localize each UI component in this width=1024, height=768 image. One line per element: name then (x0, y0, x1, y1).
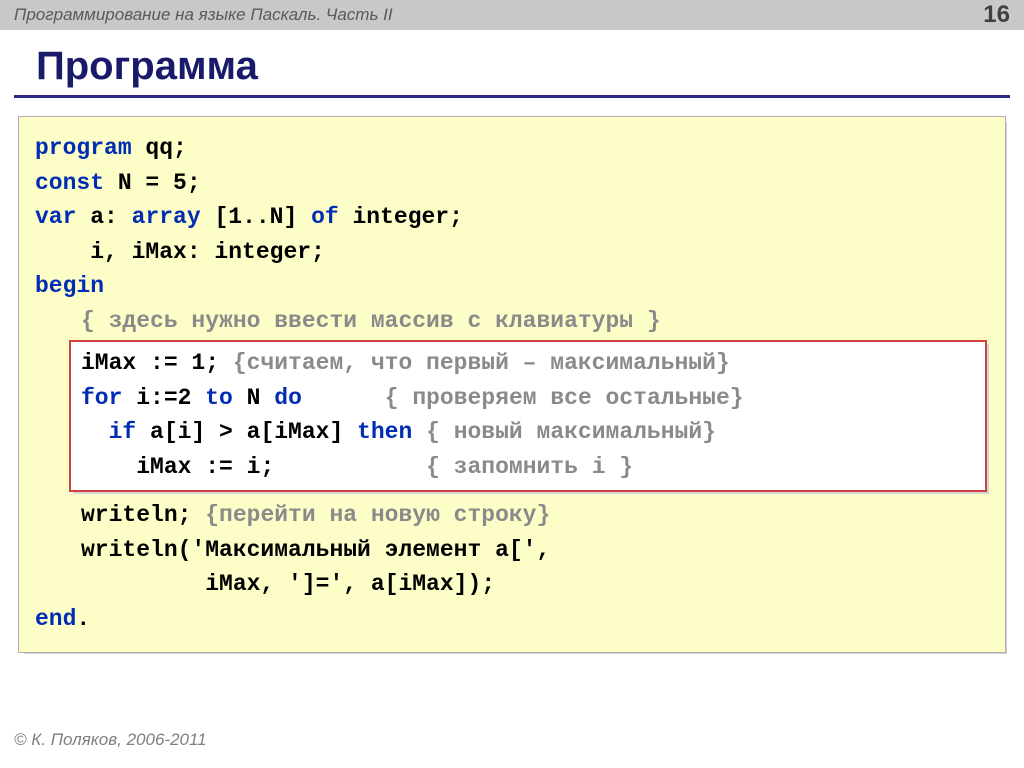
code-line: iMax := i; { запомнить i } (81, 450, 975, 485)
code-line: const N = 5; (35, 166, 989, 201)
code-line: end. (35, 602, 989, 637)
code-block: program qq; const N = 5; var a: array [1… (18, 116, 1006, 653)
code-line: { здесь нужно ввести массив с клавиатуры… (35, 304, 989, 339)
highlight-content: iMax := 1; {считаем, что первый – максим… (69, 340, 987, 492)
code-line: begin (35, 269, 989, 304)
code-content: program qq; const N = 5; var a: array [1… (18, 116, 1006, 653)
page-number: 16 (983, 1, 1010, 29)
code-line: i, iMax: integer; (35, 235, 989, 270)
highlight-box: iMax := 1; {считаем, что первый – максим… (69, 340, 987, 492)
code-line: program qq; (35, 131, 989, 166)
footer-copyright: © К. Поляков, 2006-2011 (14, 730, 207, 750)
header-title: Программирование на языке Паскаль. Часть… (14, 5, 393, 25)
code-line: iMax := 1; {считаем, что первый – максим… (81, 346, 975, 381)
slide-title: Программа (0, 30, 1024, 95)
code-line: if a[i] > a[iMax] then { новый максималь… (81, 415, 975, 450)
code-line: var a: array [1..N] of integer; (35, 200, 989, 235)
code-line: writeln; {перейти на новую строку} (35, 498, 989, 533)
code-line: writeln('Максимальный элемент a[', (35, 533, 989, 568)
header-bar: Программирование на языке Паскаль. Часть… (0, 0, 1024, 30)
title-underline (14, 95, 1010, 98)
code-line: for i:=2 to N do { проверяем все остальн… (81, 381, 975, 416)
code-line: iMax, ']=', a[iMax]); (35, 567, 989, 602)
